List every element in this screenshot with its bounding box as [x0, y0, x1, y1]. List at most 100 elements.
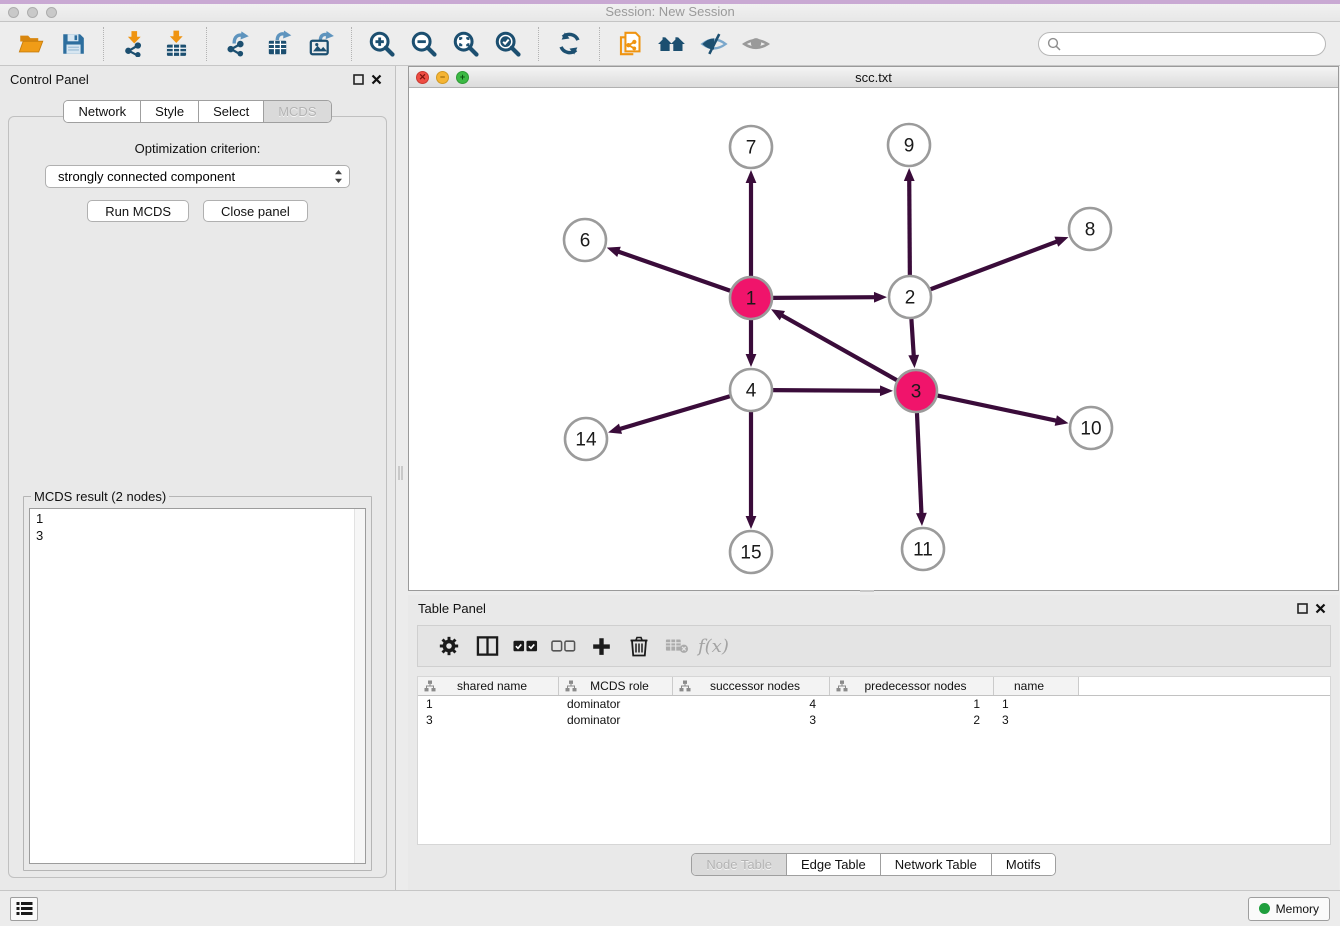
open-file-button[interactable] — [13, 26, 49, 62]
tab-motifs[interactable]: Motifs — [991, 854, 1055, 875]
graph-node-label-4: 4 — [746, 381, 757, 402]
mcds-result-title: MCDS result (2 nodes) — [31, 489, 169, 504]
table-cell[interactable]: 3 — [994, 712, 1079, 728]
tab-node-table[interactable]: Node Table — [692, 854, 786, 875]
graph-edge-arrowhead — [908, 355, 919, 368]
float-icon — [353, 74, 364, 85]
table-cell[interactable]: 3 — [418, 712, 559, 728]
close-table-panel-button[interactable] — [1311, 599, 1329, 617]
unchecked-boxes-icon — [551, 639, 576, 653]
table-cell[interactable]: dominator — [559, 696, 673, 712]
add-column-button[interactable] — [584, 629, 618, 663]
delete-column-button[interactable] — [622, 629, 656, 663]
dropdown-value: strongly connected component — [58, 169, 334, 184]
close-panel-button[interactable] — [367, 70, 385, 88]
export-image-button[interactable] — [303, 26, 339, 62]
graph-node-label-2: 2 — [905, 288, 916, 309]
graph-edge-arrowhead — [1054, 237, 1068, 247]
task-history-button[interactable] — [10, 897, 38, 921]
column-header-successor-nodes[interactable]: successor nodes — [673, 677, 830, 695]
export-network-button[interactable] — [219, 26, 255, 62]
zoom-in-button[interactable] — [364, 26, 400, 62]
delete-table-button[interactable] — [660, 629, 694, 663]
graph-edge-3-10[interactable] — [938, 396, 1059, 422]
tab-mcds[interactable]: MCDS — [263, 101, 330, 122]
network-view-window: ✕ − + scc.txt 7968124314101511 — [408, 66, 1339, 591]
close-panel-action-button[interactable]: Close panel — [203, 200, 308, 222]
graph-edge-arrowhead — [1055, 415, 1069, 426]
memory-status-button[interactable]: Memory — [1248, 897, 1330, 921]
tab-style[interactable]: Style — [140, 101, 198, 122]
table-cell[interactable]: 1 — [830, 696, 994, 712]
graph-edge-2-3[interactable] — [911, 319, 913, 358]
mcds-panel: Optimization criterion: strongly connect… — [8, 116, 387, 878]
graph-edge-3-1[interactable] — [780, 314, 897, 380]
run-mcds-button[interactable]: Run MCDS — [87, 200, 189, 222]
column-selector-button[interactable] — [470, 629, 504, 663]
node-table[interactable]: shared nameMCDS role successor nodesprede… — [417, 676, 1331, 845]
table-cell[interactable]: 2 — [830, 712, 994, 728]
table-row[interactable]: 3dominator323 — [418, 712, 1330, 728]
tab-network[interactable]: Network — [64, 101, 140, 122]
export-table-button[interactable] — [261, 26, 297, 62]
header-filler — [1079, 677, 1330, 695]
save-session-button[interactable] — [55, 26, 91, 62]
show-hidden-button[interactable] — [738, 26, 774, 62]
status-bar: Memory — [0, 890, 1340, 926]
delete-table-icon — [665, 637, 689, 655]
column-header-label: successor nodes — [695, 679, 829, 693]
hide-selected-button[interactable] — [696, 26, 732, 62]
zoom-selected-button[interactable] — [490, 26, 526, 62]
panel-divider-handle[interactable] — [860, 590, 874, 594]
search-box[interactable] — [1038, 32, 1326, 56]
table-cell[interactable]: 3 — [673, 712, 830, 728]
tab-select[interactable]: Select — [198, 101, 263, 122]
mcds-result-box[interactable]: 1 3 — [29, 508, 366, 864]
optimization-criterion-select[interactable]: strongly connected component — [45, 165, 350, 188]
tab-edge-table[interactable]: Edge Table — [786, 854, 880, 875]
column-header-shared-name[interactable]: shared name — [418, 677, 559, 695]
table-cell[interactable]: 4 — [673, 696, 830, 712]
network-canvas[interactable]: 7968124314101511 — [409, 88, 1338, 590]
graph-edge-4-3[interactable] — [773, 390, 883, 391]
table-row[interactable]: 1dominator411 — [418, 696, 1330, 712]
clone-network-button[interactable] — [612, 26, 648, 62]
table-cell[interactable]: 1 — [994, 696, 1079, 712]
graph-edge-1-6[interactable] — [616, 251, 730, 291]
network-graph[interactable]: 7968124314101511 — [409, 88, 1338, 590]
column-header-MCDS-role[interactable]: MCDS role — [559, 677, 673, 695]
import-table-button[interactable] — [158, 26, 194, 62]
float-table-panel-button[interactable] — [1293, 599, 1311, 617]
tab-network-table[interactable]: Network Table — [880, 854, 991, 875]
import-network-button[interactable] — [116, 26, 152, 62]
graph-edge-2-9[interactable] — [909, 178, 910, 275]
zoom-out-icon — [410, 30, 438, 58]
zoom-out-button[interactable] — [406, 26, 442, 62]
graph-edge-3-11[interactable] — [917, 413, 922, 516]
column-header-predecessor-nodes[interactable]: predecessor nodes — [830, 677, 994, 695]
deselect-all-columns-button[interactable] — [546, 629, 580, 663]
refresh-view-button[interactable] — [551, 26, 587, 62]
apply-layout-button[interactable] — [654, 26, 690, 62]
table-cell[interactable]: dominator — [559, 712, 673, 728]
zoom-fit-button[interactable] — [448, 26, 484, 62]
function-builder-button[interactable]: f(x) — [698, 636, 729, 657]
result-scrollbar[interactable] — [354, 509, 365, 863]
graph-edge-arrowhead — [746, 170, 757, 183]
column-tree-icon — [424, 680, 436, 692]
graph-edge-4-14[interactable] — [618, 396, 730, 429]
control-panel-tabs: NetworkStyleSelectMCDS — [63, 100, 331, 123]
select-all-columns-button[interactable] — [508, 629, 542, 663]
toolbar-separator — [206, 27, 207, 61]
float-panel-button[interactable] — [349, 70, 367, 88]
column-header-name[interactable]: name — [994, 677, 1079, 695]
list-icon — [16, 901, 33, 916]
panel-divider-handle[interactable] — [398, 466, 403, 480]
toolbar-separator — [599, 27, 600, 61]
toolbar-separator — [538, 27, 539, 61]
graph-edge-1-2[interactable] — [773, 297, 877, 298]
table-cell[interactable]: 1 — [418, 696, 559, 712]
table-settings-button[interactable] — [432, 629, 466, 663]
search-input[interactable] — [1066, 37, 1317, 51]
graph-edge-2-8[interactable] — [931, 241, 1060, 290]
